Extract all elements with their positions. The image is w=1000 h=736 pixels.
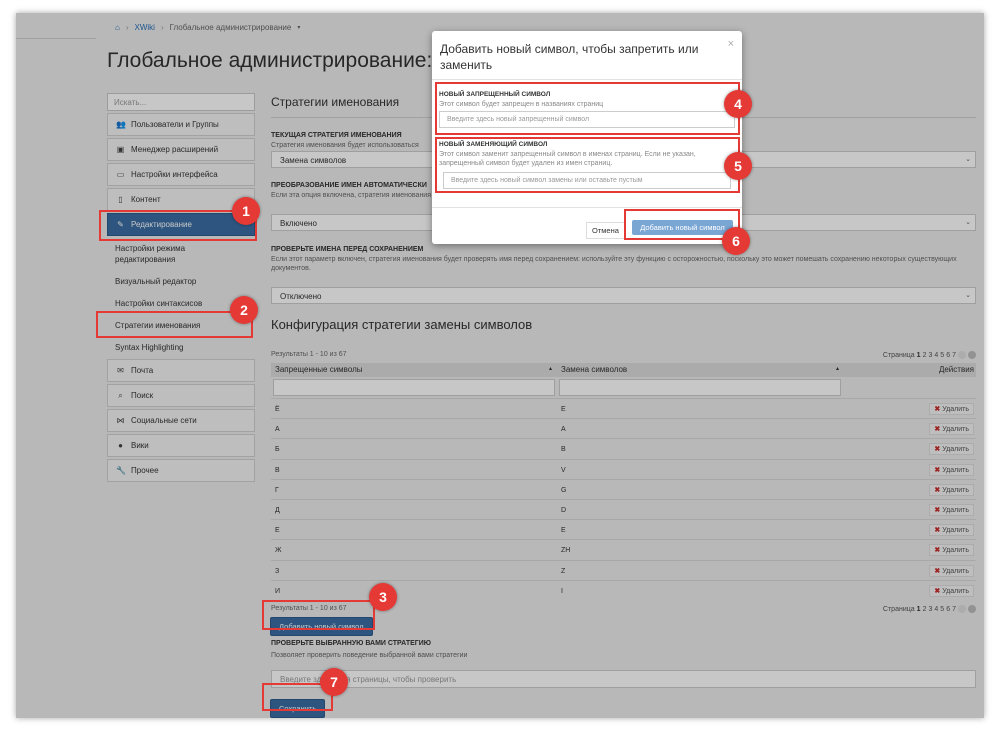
highlight-box: [435, 82, 740, 135]
highlight-box: [435, 137, 740, 193]
highlight-box: [96, 311, 253, 338]
step-badge: 4: [724, 90, 752, 118]
step-badge: 7: [320, 668, 348, 696]
modal-divider: [432, 207, 742, 208]
app-window: ⌂ › XWiki › Глобальное администрирование…: [16, 13, 984, 718]
step-badge: 6: [722, 227, 750, 255]
step-badge: 5: [724, 152, 752, 180]
step-badge: 3: [369, 583, 397, 611]
close-icon[interactable]: ×: [728, 38, 734, 50]
step-badge: 2: [230, 296, 258, 324]
modal-divider: [432, 79, 742, 80]
step-badge: 1: [232, 197, 260, 225]
modal-title: Добавить новый символ, чтобы запретить и…: [440, 42, 699, 72]
highlight-box: [262, 600, 375, 630]
cancel-button[interactable]: Отмена: [586, 222, 625, 239]
